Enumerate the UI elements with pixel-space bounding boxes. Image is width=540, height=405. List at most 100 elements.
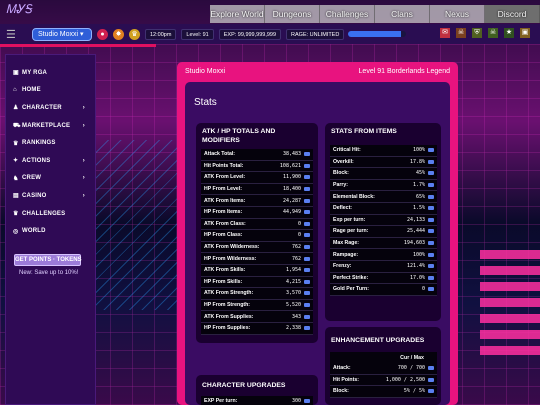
notifications-icon[interactable]: ✉ [440, 28, 450, 38]
chevron-right-icon: › [82, 157, 85, 164]
studio-select[interactable]: Studio Moxxi ▾ [32, 27, 92, 41]
stat-value: 44,949 [282, 209, 301, 216]
stat-label: ATK From Level: [204, 174, 246, 181]
card-title: ATK / HP TOTALS AND [202, 128, 276, 135]
table-row: HP From Skills: 4,215 [201, 277, 313, 289]
stat-value: 1.5% [412, 205, 425, 212]
stat-value: 0 [421, 286, 425, 293]
sidebar-item-world[interactable]: ◎ WORLD [6, 222, 95, 240]
chevron-right-icon: › [82, 122, 85, 129]
sidebar-item-challenges[interactable]: ♛ CHALLENGES [6, 205, 95, 223]
info-icon[interactable] [428, 183, 434, 188]
sidebar-item-casino[interactable]: ▤ CASINO › [6, 187, 95, 205]
info-icon[interactable] [304, 187, 310, 192]
info-icon[interactable] [428, 287, 434, 292]
tab-clans[interactable]: Clans [375, 5, 430, 23]
info-icon[interactable] [304, 198, 310, 203]
sidebar-item-rankings[interactable]: ♛ RANKINGS [6, 134, 95, 152]
rage-icon[interactable]: ● [97, 28, 108, 40]
chest-icon[interactable]: ▣ [520, 28, 530, 38]
info-icon[interactable] [304, 268, 310, 273]
tab-discord[interactable]: Discord [485, 5, 540, 23]
site-logo[interactable]: ᎷᎽᎦ [6, 2, 46, 20]
info-icon[interactable] [304, 175, 310, 180]
tab-challenges[interactable]: Challenges [320, 5, 375, 23]
menu-icon[interactable]: ☰ [6, 28, 22, 41]
tab-nexus[interactable]: Nexus [430, 5, 485, 23]
stat-label: ATK From Skills: [204, 267, 246, 274]
sword-icon: ✦ [13, 158, 19, 165]
atk-hp-card: ATK / HP TOTALS AND MODIFIERS Attack Tot… [196, 123, 318, 343]
table-row: HP From Wilderness: 762 [201, 253, 313, 265]
stat-label: Perfect Strike: [333, 274, 369, 281]
stat-label: Exp per turn: [333, 216, 366, 223]
level-title: Level 91 Borderlands Legend [358, 68, 450, 75]
table-row: ATK From Items: 24,287 [201, 195, 313, 207]
sidebar-item-my-rga[interactable]: ▣ MY RGA [6, 64, 95, 82]
info-icon[interactable] [304, 221, 310, 226]
info-icon[interactable] [304, 210, 310, 215]
stat-value: 24,133 [406, 216, 425, 223]
sidebar-item-character[interactable]: ♟ CHARACTER › [6, 99, 95, 117]
sidebar-item-crew[interactable]: ♞ CREW › [6, 170, 95, 188]
items-stats-table: Critical Hit: 100% Overkill: 17.8% Block: 45%… [330, 145, 437, 296]
info-icon[interactable] [428, 148, 434, 153]
table-row: Frenzy: 121.4% [330, 261, 437, 273]
info-icon[interactable] [304, 152, 310, 157]
pirate-icon[interactable]: ☠ [488, 28, 498, 38]
info-icon[interactable] [428, 241, 434, 246]
info-icon[interactable] [304, 399, 310, 404]
info-icon[interactable] [428, 229, 434, 234]
info-icon[interactable] [428, 252, 434, 257]
chevron-right-icon: › [82, 175, 85, 182]
sidebar-item-home[interactable]: ⌂ HOME [6, 82, 95, 100]
tab-explore-world[interactable]: Explore World [210, 5, 265, 23]
info-icon[interactable] [304, 326, 310, 331]
info-icon[interactable] [304, 233, 310, 238]
sidebar-item-marketplace[interactable]: ⛟ MARKETPLACE › [6, 117, 95, 135]
boost-icon[interactable]: ✸ [113, 28, 124, 40]
tab-dungeons[interactable]: Dungeons [265, 5, 320, 23]
sidebar-item-label: CHALLENGES [22, 210, 66, 217]
sidebar-item-actions[interactable]: ✦ ACTIONS › [6, 152, 95, 170]
info-icon[interactable] [304, 163, 310, 168]
info-icon[interactable] [428, 171, 434, 176]
info-icon[interactable] [304, 314, 310, 319]
stat-value: 17.8% [409, 158, 425, 165]
stat-label: HP From Supplies: [204, 325, 251, 332]
info-icon[interactable] [304, 279, 310, 284]
stat-label: Hit Points: [333, 376, 359, 383]
info-icon[interactable] [428, 275, 434, 280]
info-icon[interactable] [428, 366, 434, 371]
table-row: Attack: 700 / 700 [330, 363, 437, 375]
info-icon[interactable] [304, 291, 310, 296]
stat-value: 5,520 [285, 302, 301, 309]
stat-value: 121.4% [406, 263, 425, 270]
enhancement-table: Cur / Max Attack: 700 / 700 Hit Points: 1,0… [330, 352, 437, 398]
info-icon[interactable] [304, 245, 310, 250]
info-icon[interactable] [428, 264, 434, 269]
info-icon[interactable] [428, 389, 434, 394]
stat-value: 4,215 [285, 278, 301, 285]
info-icon[interactable] [428, 217, 434, 222]
info-icon[interactable] [428, 194, 434, 199]
stat-value: 65% [415, 193, 425, 200]
info-icon[interactable] [428, 377, 434, 382]
info-icon[interactable] [304, 256, 310, 261]
stat-value: 343 [291, 313, 301, 320]
get-points-button[interactable]: GET POINTS · TOKENS [14, 253, 82, 266]
info-icon[interactable] [304, 303, 310, 308]
star-icon[interactable]: ★ [504, 28, 514, 38]
info-icon[interactable] [428, 206, 434, 211]
stat-value: 0 [297, 220, 301, 227]
card-title-line2: MODIFIERS [202, 137, 240, 144]
crown-icon[interactable]: ♛ [129, 28, 140, 40]
table-row: ATK From Wilderness: 762 [201, 242, 313, 254]
info-icon[interactable] [428, 159, 434, 164]
shield-icon[interactable]: ⛨ [472, 28, 482, 38]
sidebar-item-label: CREW [22, 175, 42, 182]
stat-label: Attack: [333, 365, 351, 372]
table-row: ATK From Level: 11,900 [201, 172, 313, 184]
table-row: Elemental Block: 65% [330, 191, 437, 203]
skull-icon[interactable]: ☠ [456, 28, 466, 38]
